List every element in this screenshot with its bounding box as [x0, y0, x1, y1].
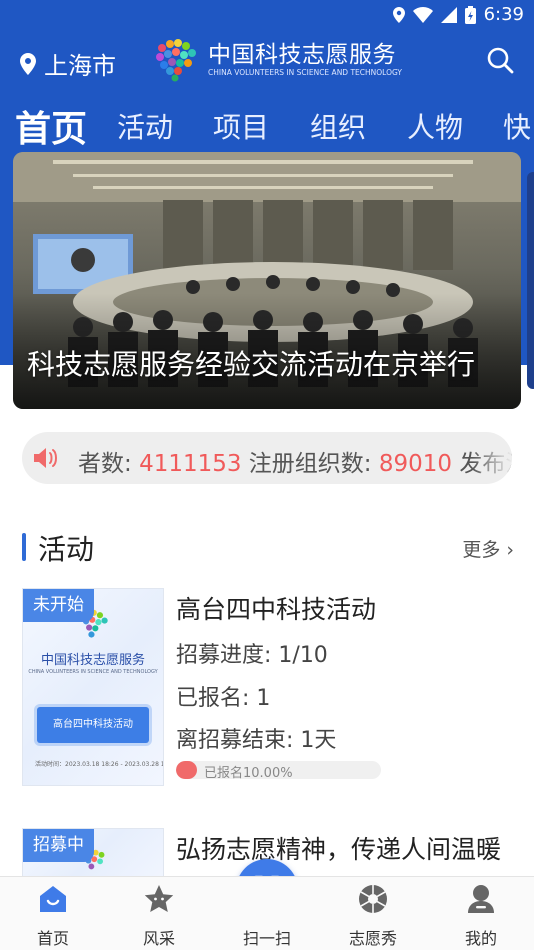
- speaker-icon: [34, 448, 57, 468]
- logo-text-en: CHINA VOLUNTEERS IN SCIENCE AND TECHNOLO…: [208, 68, 403, 77]
- more-link[interactable]: 更多 ›: [462, 535, 514, 562]
- location-selector[interactable]: 上海市: [20, 46, 116, 81]
- tab-news[interactable]: 快: [503, 106, 531, 146]
- search-button[interactable]: [486, 46, 514, 78]
- location-label: 上海市: [44, 52, 116, 80]
- activity-deadline: 离招募结束: 1天: [176, 728, 337, 753]
- nav-showcase-label: 风采: [142, 929, 175, 948]
- status-time: 6:39: [483, 4, 524, 25]
- poster-activity-time: 活动时间：2023.03.18 18:26 - 2023.03.28 18:66: [35, 761, 164, 768]
- logo-text-cn: 中国科技志愿服务: [208, 42, 396, 68]
- chevron-right-icon: ›: [506, 539, 514, 561]
- more-label: 更多: [462, 539, 501, 561]
- aperture-icon: [359, 885, 387, 913]
- section-accent-bar: [22, 533, 26, 561]
- tab-home[interactable]: 首页: [15, 100, 87, 150]
- ticker-fade: [472, 432, 512, 484]
- poster-org-name: 中国科技志愿服务: [40, 653, 145, 668]
- search-icon: [487, 47, 514, 74]
- nav-profile[interactable]: 我的: [428, 877, 534, 950]
- tab-activities[interactable]: 活动: [117, 106, 173, 146]
- nav-scan-label: 扫一扫: [242, 929, 291, 948]
- banner-carousel[interactable]: 科技志愿服务经验交流活动在京举行: [13, 152, 521, 409]
- section-title: 活动: [38, 533, 95, 566]
- nav-volunteer-show[interactable]: 志愿秀: [320, 877, 426, 950]
- activity-recruit-progress: 招募进度: 1/10: [176, 643, 328, 668]
- nav-home-label: 首页: [36, 929, 69, 948]
- wifi-icon: [412, 6, 433, 23]
- status-bar: 6:39: [0, 0, 534, 30]
- app-logo: 中国科技志愿服务 CHINA VOLUNTEERS IN SCIENCE AND…: [154, 38, 402, 82]
- logo-mark-icon: [156, 39, 196, 82]
- status-badge: 招募中: [23, 829, 94, 862]
- signup-progress-bar: 已报名10.00%: [176, 761, 381, 779]
- activity-poster[interactable]: 中国科技志愿服务 CHINA VOLUNTEERS IN SCIENCE AND…: [22, 588, 164, 786]
- banner-next-slide[interactable]: [527, 172, 534, 389]
- stats-ticker: 者数: 4111153 注册组织数: 89010 发布活: [22, 432, 512, 484]
- ticker-text: 者数: 4111153 注册组织数: 89010 发布活: [78, 444, 512, 478]
- star-icon: [144, 885, 174, 912]
- tab-organizations[interactable]: 组织: [310, 106, 366, 146]
- tab-projects[interactable]: 项目: [213, 106, 269, 146]
- nav-scan[interactable]: 扫一扫: [214, 877, 320, 950]
- activity-title[interactable]: 弘扬志愿精神，传递人间温暖: [176, 830, 501, 866]
- nav-home[interactable]: 首页: [0, 877, 106, 950]
- ticker-label-orgs: 注册组织数:: [241, 451, 379, 477]
- signup-progress-label: 已报名10.00%: [204, 766, 293, 779]
- battery-icon: [464, 5, 476, 24]
- signup-progress-fill: [176, 761, 197, 779]
- banner-caption: 科技志愿服务经验交流活动在京举行: [27, 348, 476, 381]
- signal-icon: [440, 6, 457, 23]
- category-tabs: 首页 活动 项目 组织 人物 快: [0, 98, 534, 150]
- poster-activity-name: 高台四中科技活动: [37, 707, 149, 743]
- nav-profile-label: 我的: [464, 929, 497, 948]
- poster-org-en: CHINA VOLUNTEERS IN SCIENCE AND TECHNOLO…: [28, 669, 158, 675]
- status-badge: 未开始: [23, 589, 94, 622]
- nav-volunteer-show-label: 志愿秀: [348, 929, 397, 948]
- status-icons: 6:39: [392, 4, 524, 25]
- home-icon: [40, 886, 66, 912]
- location-pin-icon: [20, 52, 36, 75]
- activity-title[interactable]: 高台四中科技活动: [176, 590, 376, 626]
- bottom-navigation: 首页 风采 扫一扫 志愿秀 我的: [0, 876, 534, 950]
- person-icon: [468, 885, 494, 913]
- ticker-value-orgs: 89010: [378, 451, 453, 477]
- ticker-label-volunteers: 者数:: [78, 451, 140, 477]
- top-bar: 上海市 中国科技志愿服务 CHINA VOLUNTEERS IN SCIENCE…: [0, 36, 534, 88]
- nav-showcase[interactable]: 风采: [106, 877, 212, 950]
- activity-signed-up: 已报名: 1: [176, 686, 271, 711]
- tab-people[interactable]: 人物: [407, 106, 463, 146]
- location-status-icon: [392, 6, 405, 23]
- ticker-value-volunteers: 4111153: [139, 451, 242, 477]
